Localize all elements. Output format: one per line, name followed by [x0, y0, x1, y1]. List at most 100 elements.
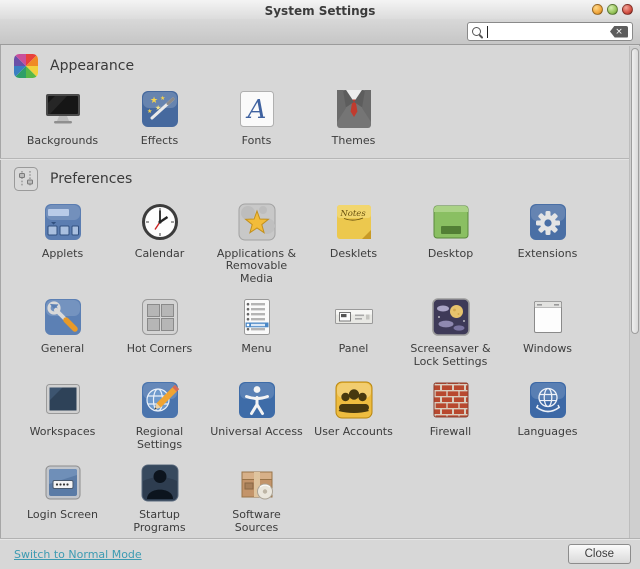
- panel-icon: [332, 295, 376, 339]
- svg-text:A: A: [245, 95, 266, 125]
- settings-item-universal-access[interactable]: Universal Access: [208, 378, 305, 451]
- settings-item-desktop[interactable]: Desktop: [402, 200, 499, 286]
- settings-item-themes[interactable]: Themes: [305, 87, 402, 148]
- settings-item-menu[interactable]: Menu: [208, 295, 305, 368]
- svg-text:★: ★: [147, 108, 152, 115]
- search-icon: [472, 27, 481, 36]
- item-label: Effects: [140, 134, 179, 147]
- applets-panel-icon: [41, 200, 85, 244]
- section-items-preferences: Applets Calendar Applications & Removable …: [0, 196, 640, 539]
- section-header-appearance: Appearance: [0, 46, 640, 83]
- settings-item-hot-corners[interactable]: Hot Corners: [111, 295, 208, 368]
- color-wheel-icon: [14, 54, 38, 78]
- settings-item-panel[interactable]: Panel: [305, 295, 402, 368]
- globe-pencil-icon: [138, 378, 182, 422]
- magic-wand-icon: ★ ★ ★ ★: [138, 87, 182, 131]
- section-appearance: Appearance Backgrounds ★ ★ ★ ★ Effects A Fonts Th…: [0, 46, 640, 158]
- switch-mode-link[interactable]: Switch to Normal Mode: [14, 548, 142, 561]
- settings-item-applets[interactable]: Applets: [14, 200, 111, 286]
- item-label: Applications & Removable Media: [216, 246, 297, 285]
- settings-item-screensaver-lock-settings[interactable]: Screensaver & Lock Settings: [402, 295, 499, 368]
- item-label: Screensaver & Lock Settings: [410, 342, 491, 368]
- night-sky-icon: [429, 295, 473, 339]
- item-label: Calendar: [134, 246, 185, 260]
- system-settings-window: { "window": { "title": "System Settings"…: [0, 0, 640, 569]
- tools-icon: [41, 295, 85, 339]
- item-label: Desklets: [329, 246, 378, 260]
- item-label: Languages: [517, 425, 578, 438]
- settings-item-user-accounts[interactable]: User Accounts: [305, 378, 402, 451]
- item-label: User Accounts: [314, 425, 393, 438]
- desktop-icon: [429, 200, 473, 244]
- section-header-preferences: Preferences: [0, 159, 640, 196]
- settings-item-applications-removable-media[interactable]: Applications & Removable Media: [208, 200, 305, 286]
- close-button[interactable]: Close: [567, 544, 631, 564]
- item-label: Fonts: [241, 134, 272, 147]
- item-label: Universal Access: [210, 425, 303, 438]
- settings-item-login-screen[interactable]: Login Screen: [14, 461, 111, 534]
- item-label: Startup Programs: [133, 508, 186, 534]
- un-globe-icon: [526, 378, 570, 422]
- window-frame-icon: [526, 295, 570, 339]
- monitor-icon: [41, 87, 85, 131]
- settings-item-effects[interactable]: ★ ★ ★ ★ Effects: [111, 87, 208, 148]
- item-label: Applets: [41, 246, 84, 260]
- settings-content: Appearance Backgrounds ★ ★ ★ ★ Effects A Fonts Th…: [0, 46, 640, 538]
- settings-item-general[interactable]: General: [14, 295, 111, 368]
- settings-item-extensions[interactable]: Extensions: [499, 200, 596, 286]
- settings-item-firewall[interactable]: Firewall: [402, 378, 499, 451]
- settings-item-fonts[interactable]: A Fonts: [208, 87, 305, 148]
- section-title: Appearance: [50, 58, 135, 74]
- item-label: Menu: [241, 342, 272, 355]
- item-label: Regional Settings: [135, 425, 184, 451]
- maximize-orb-icon[interactable]: [607, 4, 618, 15]
- clock-icon: [138, 200, 182, 244]
- sticky-note-icon: Notes: [332, 200, 376, 244]
- settings-item-startup-programs[interactable]: Startup Programs: [111, 461, 208, 534]
- window-controls: [592, 4, 633, 15]
- settings-item-windows[interactable]: Windows: [499, 295, 596, 368]
- section-preferences: Preferences Applets Calendar Applications &…: [0, 157, 640, 539]
- search-box[interactable]: ×: [467, 22, 633, 41]
- svg-text:★: ★: [160, 95, 165, 102]
- search-input[interactable]: [488, 24, 610, 39]
- settings-item-desklets[interactable]: Notes Desklets: [305, 200, 402, 286]
- footer-bar: Switch to Normal Mode Close: [0, 538, 640, 569]
- item-label: Software Sources: [232, 508, 281, 534]
- sliders-icon: [14, 166, 38, 191]
- person-silhouette-icon: [138, 461, 182, 505]
- item-label: General: [40, 342, 85, 355]
- clear-icon[interactable]: ×: [610, 25, 628, 38]
- item-label: Backgrounds: [26, 134, 99, 147]
- font-letter-icon: A: [235, 87, 279, 131]
- scrollbar-thumb[interactable]: [631, 48, 639, 334]
- hot-corners-icon: [138, 295, 182, 339]
- item-label: Firewall: [429, 425, 472, 438]
- settings-item-workspaces[interactable]: Workspaces: [14, 378, 111, 451]
- titlebar: System Settings: [0, 0, 640, 19]
- item-label: Login Screen: [27, 508, 98, 521]
- settings-item-backgrounds[interactable]: Backgrounds: [14, 87, 111, 148]
- search-strip: ×: [0, 19, 640, 45]
- minimize-orb-icon[interactable]: [592, 4, 603, 15]
- item-label: Desktop: [427, 246, 474, 260]
- scrollbar-track[interactable]: [629, 46, 640, 538]
- accessibility-icon: [235, 378, 279, 422]
- item-label: Hot Corners: [126, 342, 193, 355]
- settings-item-regional-settings[interactable]: Regional Settings: [111, 378, 208, 451]
- settings-item-languages[interactable]: Languages: [499, 378, 596, 451]
- user-group-icon: [332, 378, 376, 422]
- item-label: Panel: [338, 342, 369, 355]
- svg-text:Notes: Notes: [339, 209, 366, 219]
- settings-sections: Appearance Backgrounds ★ ★ ★ ★ Effects A Fonts Th…: [0, 46, 640, 538]
- menu-list-icon: [235, 295, 279, 339]
- item-label: Extensions: [517, 246, 578, 260]
- section-title: Preferences: [50, 170, 133, 187]
- settings-item-software-sources[interactable]: Software Sources: [208, 461, 305, 534]
- brick-wall-icon: [429, 378, 473, 422]
- section-items-appearance: Backgrounds ★ ★ ★ ★ Effects A Fonts Themes: [0, 83, 640, 158]
- item-label: Themes: [331, 134, 376, 147]
- package-box-icon: [235, 461, 279, 505]
- close-orb-icon[interactable]: [622, 4, 633, 15]
- settings-item-calendar[interactable]: Calendar: [111, 200, 208, 286]
